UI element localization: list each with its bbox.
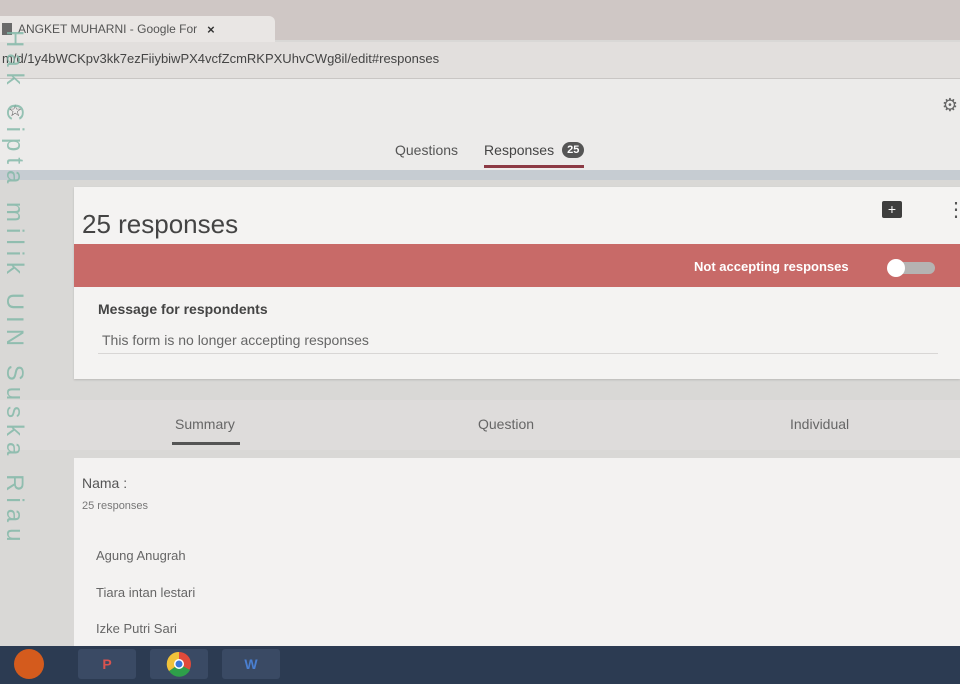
question-label: Nama :: [82, 475, 128, 491]
more-options-icon[interactable]: ⋮: [946, 197, 960, 222]
message-input[interactable]: This form is no longer accepting respons…: [102, 332, 369, 348]
header-divider: [0, 170, 960, 180]
message-title: Message for respondents: [98, 301, 268, 317]
question-response-count: 25 responses: [82, 500, 149, 512]
tab-responses[interactable]: Responses 25: [484, 142, 585, 168]
list-item: Agung Anugrah: [96, 548, 186, 563]
address-bar[interactable]: m/d/1y4bWCKpv3kk7ezFiiybiwPX4vcfZcmRKPXU…: [0, 42, 960, 79]
forms-header: ☆ ⚙ Questions Responses 25: [0, 79, 960, 174]
responses-title: 25 responses: [82, 209, 239, 239]
responses-card: 25 responses + ⋮ Not accepting responses…: [74, 187, 960, 379]
tab-responses-label: Responses: [484, 142, 555, 158]
list-item: Izke Putri Sari: [96, 621, 177, 636]
word-icon[interactable]: W: [222, 649, 280, 679]
tab-individual[interactable]: Individual: [790, 416, 849, 432]
responses-count-badge: 25: [562, 142, 585, 158]
question-summary: Nama : 25 responses Agung Anugrah Tiara …: [74, 458, 960, 648]
accepting-responses-toggle[interactable]: [887, 259, 939, 277]
tab-question[interactable]: Question: [478, 416, 534, 432]
start-button[interactable]: [14, 649, 44, 679]
windows-taskbar: P W: [0, 646, 960, 684]
list-item: Tiara intan lestari: [96, 585, 196, 600]
palette-icon[interactable]: ⚙: [942, 95, 958, 116]
sheets-icon[interactable]: +: [882, 201, 902, 218]
browser-tab-bar: ANGKET MUHARNI - Google For ×: [0, 0, 960, 42]
tab-close-icon[interactable]: ×: [207, 22, 215, 37]
forms-tabs: Questions Responses 25: [395, 142, 610, 168]
tab-summary[interactable]: Summary: [175, 416, 235, 432]
chrome-logo-icon: [166, 651, 191, 677]
url-text[interactable]: m/d/1y4bWCKpv3kk7ezFiiybiwPX4vcfZcmRKPXU…: [2, 51, 439, 66]
browser-tab[interactable]: ANGKET MUHARNI - Google For ×: [0, 16, 275, 42]
active-tab-indicator: [172, 442, 240, 445]
watermark: Hak Cipta milik UIN Suska Riau: [1, 30, 28, 548]
message-underline: [98, 353, 938, 354]
accepting-responses-bar: Not accepting responses: [74, 244, 960, 287]
chrome-icon[interactable]: [150, 649, 208, 679]
tab-questions[interactable]: Questions: [395, 142, 458, 168]
powerpoint-icon[interactable]: P: [78, 649, 136, 679]
tab-title: ANGKET MUHARNI - Google For: [18, 22, 198, 36]
response-view-tabs: Summary Question Individual: [0, 400, 960, 450]
accepting-status-label: Not accepting responses: [694, 259, 849, 274]
toggle-knob: [887, 259, 905, 277]
